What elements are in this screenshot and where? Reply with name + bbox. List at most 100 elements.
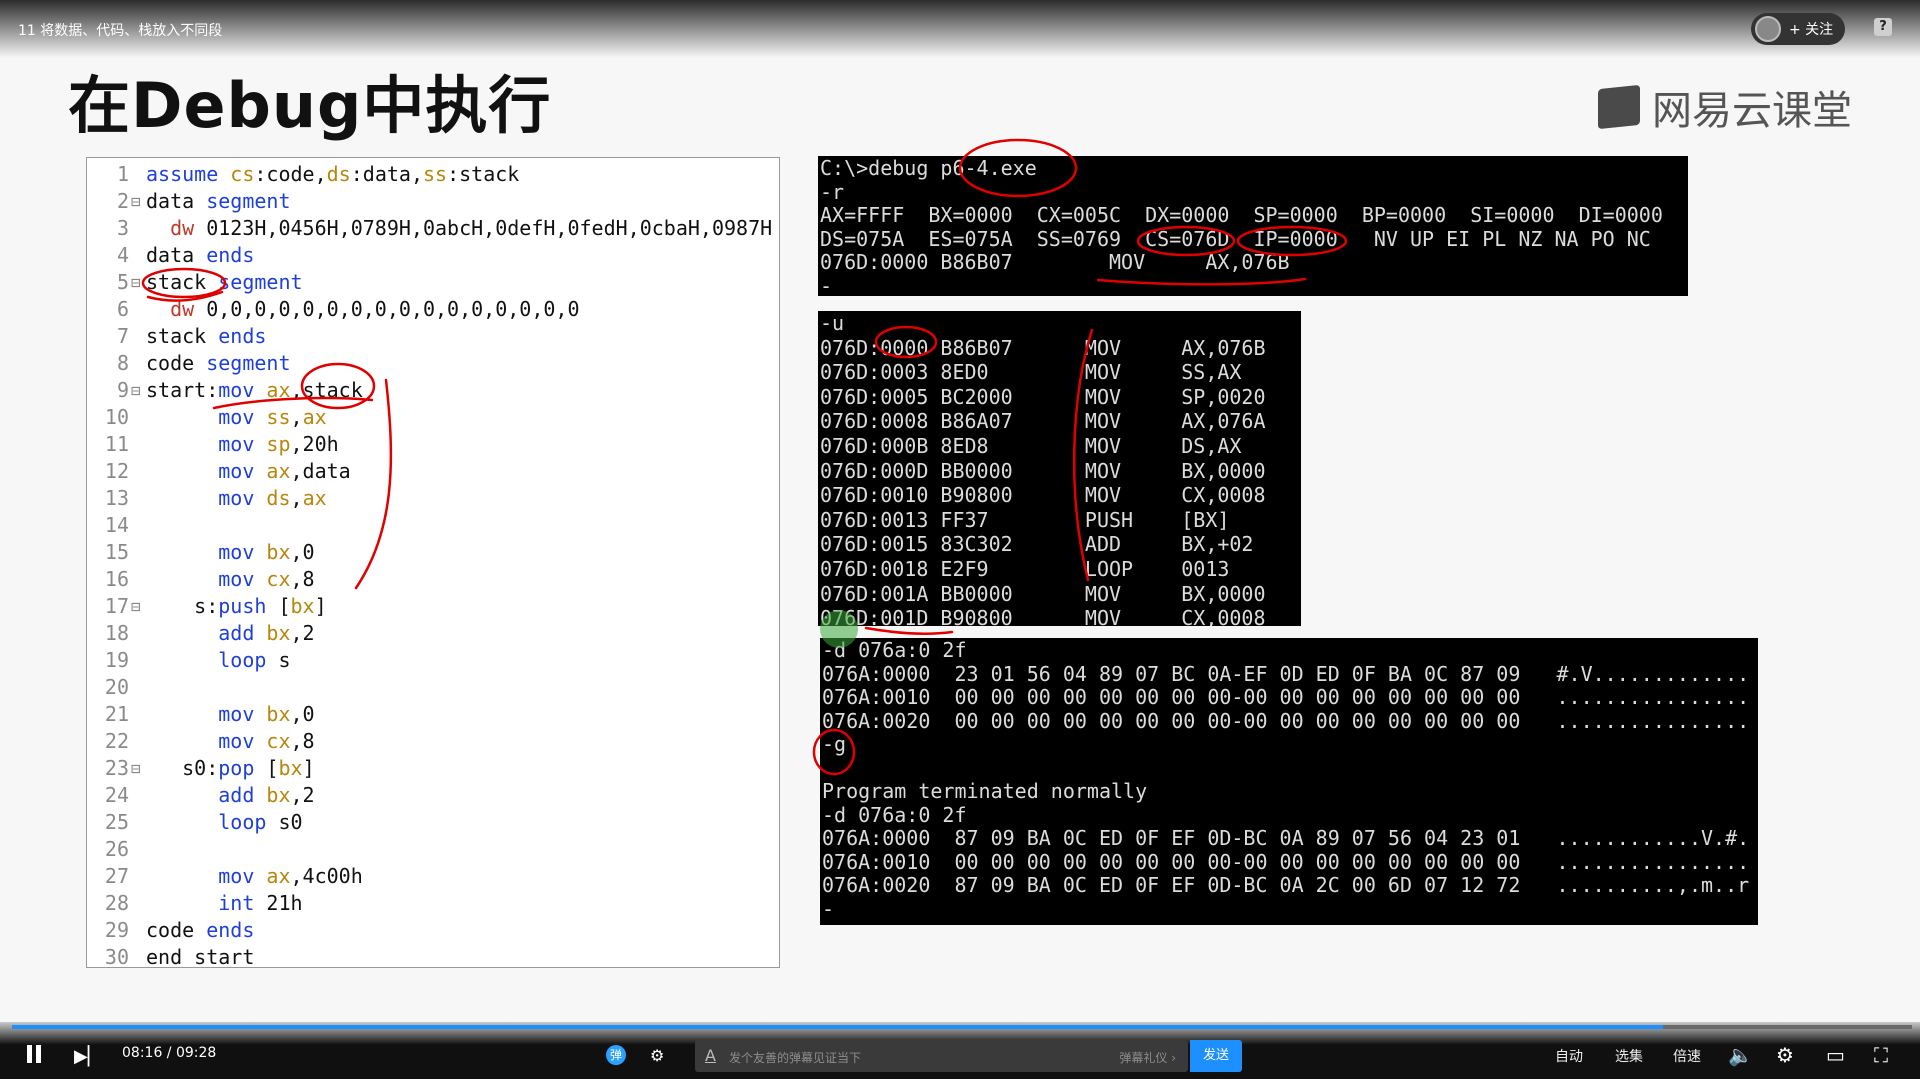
- video-top-bar: 11 将数据、代码、栈放入不同段 + 关注 ?: [0, 0, 1920, 58]
- code-line: 8 code segment: [87, 350, 779, 377]
- danmaku-settings-icon[interactable]: ⚙: [650, 1046, 664, 1065]
- line-number: 27: [104, 864, 129, 888]
- terminal-line: 076A:0010 00 00 00 00 00 00 00 00-00 00 …: [822, 849, 1750, 874]
- code-line: 12 mov ax,data: [87, 458, 779, 485]
- speed-button[interactable]: 倍速: [1673, 1046, 1701, 1066]
- terminal-line: 076A:0000 87 09 BA 0C ED 0F EF 0D-BC 0A …: [822, 826, 1750, 850]
- code-line: 16 mov cx,8: [87, 566, 779, 593]
- terminal-line: 076D:0005 BC2000 MOV SP,0020: [820, 384, 1266, 409]
- terminal-line: 076A:0020 00 00 00 00 00 00 00 00-00 00 …: [822, 708, 1750, 733]
- danmaku-toggle-icon[interactable]: 弹: [606, 1045, 626, 1065]
- slide-title: 在Debug中执行: [68, 69, 552, 142]
- code-line: 4 data ends: [87, 242, 779, 269]
- code-line: 27 mov ax,4c00h: [87, 863, 779, 890]
- code-text: dw 0,0,0,0,0,0,0,0,0,0,0,0,0,0,0,0: [170, 297, 580, 321]
- code-line: 9 ⊟ start:mov ax,stack: [87, 377, 779, 404]
- terminal-line: AX=FFFF BX=0000 CX=005C DX=0000 SP=0000 …: [820, 203, 1663, 227]
- line-number: 18: [104, 621, 129, 645]
- terminal-line: 076D:0003 8ED0 MOV SS,AX: [820, 360, 1242, 385]
- terminal-line: 076D:001A BB0000 MOV BX,0000: [820, 581, 1266, 606]
- code-text: add bx,2: [218, 621, 315, 645]
- code-line: 2 ⊟ data segment: [87, 188, 779, 215]
- code-line: 22 mov cx,8: [87, 728, 779, 755]
- brand-logo: 网易云课堂: [1598, 78, 1852, 136]
- line-number: 23: [104, 756, 129, 780]
- line-number: 5: [116, 270, 129, 294]
- fold-icon[interactable]: ⊟: [131, 188, 141, 215]
- underline-end-line: [864, 626, 954, 635]
- terminal-line: 076D:0000 B86B07 MOV AX,076B: [820, 250, 1290, 274]
- code-text: mov cx,8: [218, 729, 315, 753]
- terminal-line: -r: [820, 179, 845, 204]
- line-number: 7: [116, 324, 129, 348]
- next-icon[interactable]: ▶▏: [74, 1046, 102, 1067]
- code-text: end start: [146, 945, 255, 969]
- code-line: 11 mov sp,20h: [87, 431, 779, 458]
- book-icon: [1598, 84, 1640, 130]
- code-line: 21 mov bx,0: [87, 701, 779, 728]
- code-text: data ends: [146, 243, 255, 267]
- line-number: 6: [116, 297, 129, 321]
- fold-icon[interactable]: ⊟: [131, 755, 141, 782]
- code-line: 20: [87, 674, 779, 701]
- fold-icon[interactable]: ⊟: [131, 269, 141, 296]
- code-line: 19 loop s: [87, 647, 779, 674]
- code-line: 13 mov ds,ax: [87, 485, 779, 512]
- episodes-button[interactable]: 选集: [1615, 1046, 1643, 1066]
- code-text: mov ax,data: [218, 459, 351, 483]
- line-number: 24: [104, 783, 129, 807]
- terminal-line: 076D:001D B90800 MOV CX,0008: [820, 606, 1266, 626]
- help-icon[interactable]: ?: [1874, 18, 1892, 36]
- danmaku-etiquette-link[interactable]: 弹幕礼仪 ›: [1119, 1049, 1176, 1066]
- time-display: 08:16 / 09:28: [122, 1045, 217, 1061]
- debug-dump-terminal: -d 076a:0 2f 076A:0000 23 01 56 04 89 07 …: [820, 638, 1758, 925]
- fold-icon[interactable]: ⊟: [131, 377, 141, 404]
- settings-icon[interactable]: ⚙: [1776, 1043, 1794, 1067]
- terminal-line: 076D:0013 FF37 PUSH [BX]: [820, 507, 1230, 532]
- code-text: mov ax,4c00h: [218, 864, 363, 888]
- code-text: code ends: [146, 918, 255, 942]
- volume-icon[interactable]: 🔈: [1728, 1043, 1753, 1067]
- line-number: 15: [104, 540, 129, 564]
- font-style-icon[interactable]: A: [705, 1046, 716, 1065]
- terminal-line: Program terminated normally: [822, 779, 1148, 803]
- danmaku-input[interactable]: A 发个友善的弹幕见证当下 弹幕礼仪 ›: [695, 1040, 1188, 1072]
- quality-auto-button[interactable]: 自动: [1555, 1046, 1583, 1066]
- code-line: 1 assume cs:code,ds:data,ss:stack: [87, 161, 779, 188]
- terminal-line: 076A:0020 87 09 BA 0C ED 0F EF 0D-BC 0A …: [822, 873, 1750, 897]
- fullscreen-icon[interactable]: ⛶: [1874, 1043, 1888, 1067]
- send-button[interactable]: 发送: [1190, 1040, 1242, 1072]
- line-number: 25: [104, 810, 129, 834]
- terminal-line: 076D:0008 B86A07 MOV AX,076A: [820, 409, 1266, 434]
- code-line: 30 end start: [87, 944, 779, 971]
- code-line: 10 mov ss,ax: [87, 404, 779, 431]
- code-line: 28 int 21h: [87, 890, 779, 917]
- follow-button[interactable]: + 关注: [1751, 13, 1845, 45]
- code-text: mov ds,ax: [218, 486, 327, 510]
- code-line: 17 ⊟ s:push [bx]: [87, 593, 779, 620]
- picture-in-picture-icon[interactable]: ▭: [1826, 1043, 1845, 1067]
- pause-button[interactable]: [24, 1043, 46, 1065]
- terminal-line: 076D:0000 B86B07 MOV AX,076B: [820, 335, 1266, 360]
- code-line: 7 stack ends: [87, 323, 779, 350]
- terminal-line: -: [820, 273, 833, 297]
- code-line: 18 add bx,2: [87, 620, 779, 647]
- terminal-line: -: [822, 896, 835, 921]
- code-text: assume cs:code,ds:data,ss:stack: [146, 162, 520, 186]
- video-title: 11 将数据、代码、栈放入不同段: [18, 23, 223, 39]
- code-text: add bx,2: [218, 783, 315, 807]
- debug-unassemble-terminal: -u 076D:0000 B86B07 MOV AX,076B 076D:0003 …: [818, 311, 1301, 626]
- terminal-line: 076D:0015 83C302 ADD BX,+02: [820, 532, 1254, 557]
- line-number: 11: [104, 432, 129, 456]
- progress-fill: [12, 1025, 1664, 1029]
- slide: 11 将数据、代码、栈放入不同段 + 关注 ? 在Debug中执行 网易云课堂 …: [0, 0, 1920, 1079]
- line-number: 22: [104, 729, 129, 753]
- code-text: mov sp,20h: [218, 432, 339, 456]
- terminal-line: 076A:0010 00 00 00 00 00 00 00 00-00 00 …: [822, 685, 1750, 709]
- line-number: 14: [104, 513, 129, 537]
- code-line: 3 dw 0123H,0456H,0789H,0abcH,0defH,0fedH…: [87, 215, 779, 242]
- code-text: start:mov ax,stack: [146, 378, 363, 402]
- code-text: mov ss,ax: [218, 405, 327, 429]
- fold-icon[interactable]: ⊟: [131, 593, 141, 620]
- code-line: 25 loop s0: [87, 809, 779, 836]
